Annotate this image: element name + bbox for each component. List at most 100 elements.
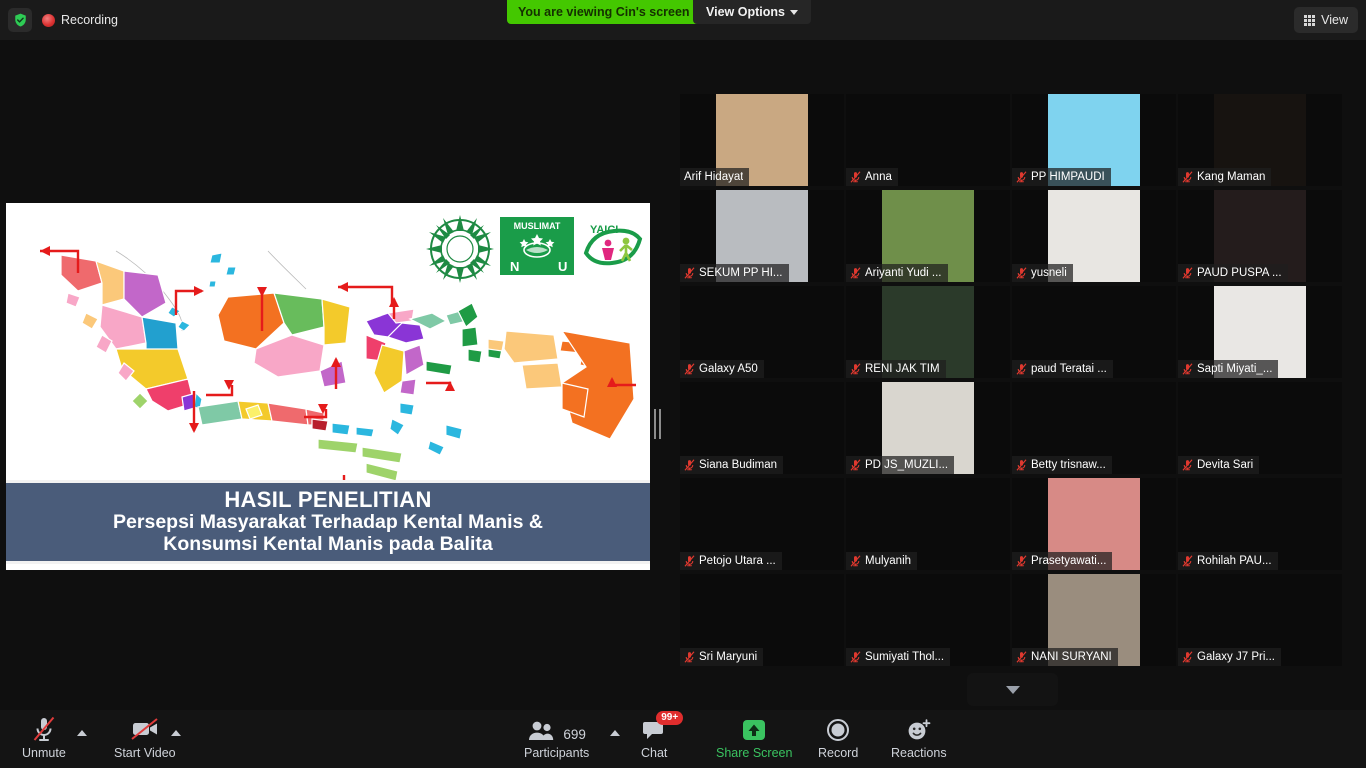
microphone-muted-icon <box>1016 267 1027 279</box>
participant-tile[interactable]: Devita Sari <box>1178 382 1342 474</box>
participant-tile[interactable]: Galaxy J7 Pri... <box>1178 574 1342 666</box>
drag-handle-icon[interactable] <box>651 408 663 440</box>
microphone-muted-icon <box>1182 459 1193 471</box>
participant-name: Sri Maryuni <box>699 651 758 663</box>
participant-name: yusneli <box>1031 267 1067 279</box>
participant-name: Sapti Miyati_... <box>1197 363 1273 375</box>
record-circle-icon <box>826 716 850 742</box>
participant-tile[interactable]: Ariyanti Yudi ... <box>846 190 1010 282</box>
participant-tile[interactable]: Arif Hidayat <box>680 94 844 186</box>
participant-tile[interactable]: Sri Maryuni <box>680 574 844 666</box>
microphone-muted-icon <box>684 267 695 279</box>
participant-name: Rohilah PAU... <box>1197 555 1272 567</box>
svg-text:U: U <box>558 259 567 274</box>
participants-count: 699 <box>563 727 586 742</box>
participants-button[interactable]: 699 Participants <box>524 716 589 764</box>
participant-name-bar: Mulyanih <box>846 552 918 570</box>
microphone-muted-icon <box>1016 459 1027 471</box>
microphone-muted-icon <box>1182 363 1193 375</box>
participant-tile[interactable]: PD JS_MUZLI... <box>846 382 1010 474</box>
participant-name: Anna <box>865 171 892 183</box>
participant-tile[interactable]: Mulyanih <box>846 478 1010 570</box>
video-camera-muted-icon <box>130 716 160 742</box>
participant-name: Siana Budiman <box>699 459 777 471</box>
grid-icon <box>1304 14 1316 26</box>
participant-tile[interactable]: Siana Budiman <box>680 382 844 474</box>
participant-name: Kang Maman <box>1197 171 1266 183</box>
participant-tile[interactable]: PP HIMPAUDI <box>1012 94 1176 186</box>
participant-tile[interactable]: Sumiyati Thol... <box>846 574 1010 666</box>
participant-name-bar: Devita Sari <box>1178 456 1260 474</box>
recording-indicator[interactable]: Recording <box>42 11 118 29</box>
video-options-caret-icon[interactable] <box>171 730 181 736</box>
record-button-label: Record <box>818 746 859 760</box>
participant-tile[interactable]: Prasetyawati... <box>1012 478 1176 570</box>
slide-title-line1: HASIL PENELITIAN <box>224 486 432 512</box>
viewing-screen-text: You are viewing Cin's screen <box>518 5 690 19</box>
share-screen-button[interactable]: Share Screen <box>716 716 792 764</box>
record-button[interactable]: Record <box>818 716 858 764</box>
participants-button-label: Participants <box>524 746 590 760</box>
view-layout-button[interactable]: View <box>1294 7 1358 33</box>
microphone-muted-icon <box>1016 555 1027 567</box>
shield-check-icon[interactable] <box>8 8 32 32</box>
view-options-button[interactable]: View Options <box>693 0 811 24</box>
participant-name-bar: RENI JAK TIM <box>846 360 946 378</box>
participant-name-bar: NANI SURYANI <box>1012 648 1118 666</box>
participant-tile[interactable]: PAUD PUSPA ... <box>1178 190 1342 282</box>
zoom-meeting-window: Recording You are viewing Cin's screen V… <box>0 0 1366 768</box>
participant-name-bar: Petojo Utara ... <box>680 552 782 570</box>
microphone-muted-icon <box>1182 171 1193 183</box>
participant-name-bar: Galaxy J7 Pri... <box>1178 648 1281 666</box>
participant-name-bar: yusneli <box>1012 264 1073 282</box>
participant-tile[interactable]: Anna <box>846 94 1010 186</box>
participant-tile[interactable]: Galaxy A50 <box>680 286 844 378</box>
participant-name-bar: Sapti Miyati_... <box>1178 360 1279 378</box>
participant-tile[interactable]: Sapti Miyati_... <box>1178 286 1342 378</box>
shared-screen-region[interactable]: MUSLIMAT N U YAICI HASIL PENELITIAN Pers… <box>0 40 672 690</box>
top-bar: Recording You are viewing Cin's screen V… <box>0 0 1366 40</box>
reactions-button[interactable]: Reactions <box>891 716 947 764</box>
smiley-plus-icon <box>906 716 932 742</box>
participant-tile[interactable]: NANI SURYANI <box>1012 574 1176 666</box>
share-arrow-up-icon <box>741 716 767 742</box>
chat-bubble-icon: 99+ <box>642 711 684 742</box>
start-video-button[interactable]: Start Video <box>114 716 176 764</box>
slide-title-band: HASIL PENELITIAN Persepsi Masyarakat Ter… <box>6 480 650 564</box>
microphone-muted-icon <box>850 555 861 567</box>
svg-text:YAICI: YAICI <box>590 224 618 236</box>
microphone-muted-icon <box>1016 651 1027 663</box>
participant-name: RENI JAK TIM <box>865 363 940 375</box>
share-screen-button-label: Share Screen <box>716 746 793 760</box>
microphone-muted-icon <box>684 555 695 567</box>
participant-tile[interactable]: paud Teratai ... <box>1012 286 1176 378</box>
presentation-slide: MUSLIMAT N U YAICI HASIL PENELITIAN Pers… <box>6 203 650 570</box>
participant-name: NANI SURYANI <box>1031 651 1112 663</box>
recording-dot-icon <box>42 13 55 27</box>
participant-name-bar: Kang Maman <box>1178 168 1272 186</box>
mute-button[interactable]: Unmute <box>22 716 66 764</box>
audio-options-caret-icon[interactable] <box>77 730 87 736</box>
chevron-down-icon <box>1005 685 1020 694</box>
view-options-label: View Options <box>706 5 785 19</box>
participants-caret-icon[interactable] <box>610 730 620 736</box>
participant-tile[interactable]: Kang Maman <box>1178 94 1342 186</box>
chat-button-label: Chat <box>641 746 668 760</box>
slide-title-line3: Konsumsi Kental Manis pada Balita <box>163 533 493 556</box>
gallery-scroll-down-button[interactable] <box>967 673 1058 706</box>
participant-name: Mulyanih <box>865 555 912 567</box>
participant-tile[interactable]: SEKUM PP HI... <box>680 190 844 282</box>
participant-tile[interactable]: RENI JAK TIM <box>846 286 1010 378</box>
participant-name-bar: paud Teratai ... <box>1012 360 1113 378</box>
recording-label: Recording <box>61 13 118 27</box>
participant-tile[interactable]: yusneli <box>1012 190 1176 282</box>
participant-tile[interactable]: Rohilah PAU... <box>1178 478 1342 570</box>
chat-button[interactable]: 99+ Chat <box>641 711 684 764</box>
participant-name: Galaxy J7 Pri... <box>1197 651 1275 663</box>
svg-text:MUSLIMAT: MUSLIMAT <box>514 221 561 231</box>
participant-name-bar: Siana Budiman <box>680 456 783 474</box>
participant-tile[interactable]: Betty trisnaw... <box>1012 382 1176 474</box>
participant-name: Ariyanti Yudi ... <box>865 267 942 279</box>
microphone-muted-icon <box>684 651 695 663</box>
participant-tile[interactable]: Petojo Utara ... <box>680 478 844 570</box>
